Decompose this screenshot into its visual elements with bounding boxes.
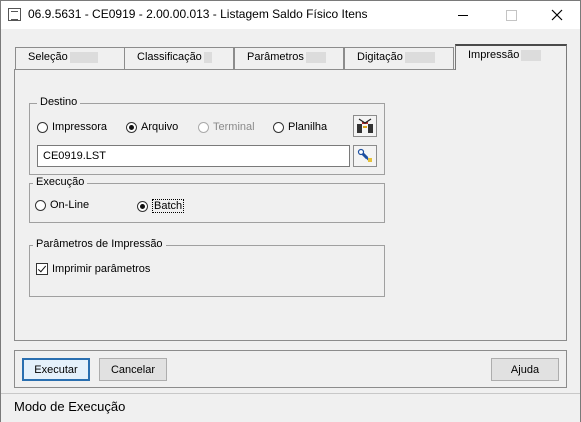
radio-impressora[interactable]: Impressora <box>37 121 107 133</box>
output-file-input[interactable]: CE0919.LST <box>37 145 350 167</box>
group-label-destino: Destino <box>37 96 81 108</box>
window-title: 06.9.5631 - CE0919 - 2.00.00.013 - Lista… <box>28 7 368 21</box>
radio-batch[interactable]: Batch <box>137 199 185 213</box>
group-label-parametros-impressao: Parâmetros de Impressão <box>33 238 166 250</box>
tab-digitacao[interactable]: Digitação <box>344 47 454 69</box>
tab-label: Impressão <box>468 49 520 61</box>
minimize-icon <box>458 14 468 16</box>
printer-config-button[interactable] <box>353 115 377 137</box>
tab-label: Classificação <box>137 51 202 63</box>
cancelar-button[interactable]: Cancelar <box>99 358 167 381</box>
checkbox-label: Imprimir parâmetros <box>52 263 151 275</box>
radio-label: Batch <box>152 199 185 213</box>
tab-parametros[interactable]: Parâmetros <box>234 47 344 69</box>
tab-classificacao[interactable]: Classificação <box>124 47 234 69</box>
close-icon <box>551 9 563 21</box>
radio-terminal: Terminal <box>198 121 255 133</box>
radio-label: Arquivo <box>141 121 179 133</box>
tab-label: Parâmetros <box>247 51 304 63</box>
group-parametros-impressao: Parâmetros de Impressão Imprimir parâmet… <box>29 238 385 297</box>
maximize-button[interactable] <box>488 1 534 29</box>
tab-selecao[interactable]: Seleção <box>15 47 125 69</box>
file-browse-icon <box>357 148 372 162</box>
minimize-button[interactable] <box>440 1 486 29</box>
radio-arquivo[interactable]: Arquivo <box>126 121 178 133</box>
tab-panel-impressao: Destino Impressora Arquivo Terminal Plan… <box>14 69 567 341</box>
file-browse-button[interactable] <box>353 145 377 167</box>
window-icon <box>8 8 21 21</box>
ajuda-button[interactable]: Ajuda <box>491 358 559 381</box>
radio-label: Terminal <box>213 121 255 133</box>
status-text: Modo de Execução <box>14 399 126 414</box>
group-execucao: Execução On-Line Batch <box>29 176 385 223</box>
tab-label: Digitação <box>357 51 403 63</box>
tab-label: Seleção <box>28 51 68 63</box>
output-file-value: CE0919.LST <box>43 150 106 162</box>
radio-label: Impressora <box>52 121 108 133</box>
radio-label: Planilha <box>288 121 328 133</box>
app-window: 06.9.5631 - CE0919 - 2.00.00.013 - Lista… <box>0 0 581 422</box>
status-bar: Modo de Execução <box>1 393 580 422</box>
tab-impressao[interactable]: Impressão <box>455 44 567 70</box>
radio-planilha[interactable]: Planilha <box>273 121 327 133</box>
maximize-icon <box>505 9 517 21</box>
close-button[interactable] <box>534 1 580 29</box>
group-label-execucao: Execução <box>33 176 88 188</box>
radio-online[interactable]: On-Line <box>35 199 89 211</box>
radio-label: On-Line <box>50 199 90 211</box>
button-bar: Executar Cancelar Ajuda <box>14 350 567 388</box>
executar-button[interactable]: Executar <box>22 358 90 381</box>
printer-config-icon <box>357 118 373 133</box>
title-bar: 06.9.5631 - CE0919 - 2.00.00.013 - Lista… <box>1 1 580 29</box>
group-destino: Destino Impressora Arquivo Terminal Plan… <box>29 96 385 175</box>
imprimir-parametros-checkbox[interactable]: Imprimir parâmetros <box>36 263 150 275</box>
